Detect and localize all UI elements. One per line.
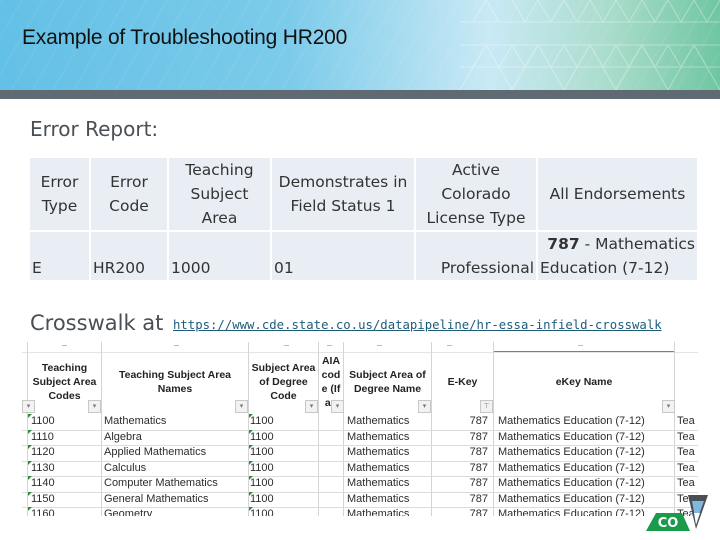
cell-teaching-subject-area: 1000 xyxy=(169,232,270,280)
cell-degree-name[interactable]: Mathematics xyxy=(347,462,409,474)
cell-error-type: E xyxy=(30,232,89,280)
header-demonstrates-in-field: Demonstrates in Field Status 1 xyxy=(272,158,414,230)
spreadsheet-row: 1100 Mathematics 1100 Mathematics 787 Mathema… xyxy=(22,414,698,431)
cell-degree-name[interactable]: Mathematics xyxy=(347,493,409,505)
cell-extra[interactable]: Tea xyxy=(677,462,695,474)
triangle-pattern-decoration xyxy=(460,0,720,90)
cell-code[interactable]: 1110 xyxy=(31,431,54,443)
cell-degree-name[interactable]: Mathematics xyxy=(347,431,409,443)
cell-degree-name[interactable]: Mathematics xyxy=(347,508,409,516)
spreadsheet-row: 1160 Geometry 1100 Mathematics 787 Mathematic… xyxy=(22,507,698,516)
cell-code[interactable]: 1150 xyxy=(31,493,55,505)
filter-dropdown-icon[interactable]: ▾ xyxy=(662,400,675,413)
error-table-row: E HR200 1000 01 Professional 787 - Mathe… xyxy=(30,232,697,280)
header-all-endorsements: All Endorsements xyxy=(538,158,697,230)
filter-dropdown-icon[interactable]: ▾ xyxy=(88,400,101,413)
spreadsheet-row: 1150 General Mathematics 1100 Mathematics 78… xyxy=(22,491,698,508)
cell-ekey-name[interactable]: Mathematics Education (7-12) xyxy=(498,415,645,427)
filter-dropdown-icon[interactable]: ▾ xyxy=(235,400,248,413)
header-banner: Example of Troubleshooting HR200 xyxy=(0,0,720,90)
cell-ekey-name[interactable]: Mathematics Education (7-12) xyxy=(498,493,645,505)
spreadsheet-row: 1130 Calculus 1100 Mathematics 787 Mathematic… xyxy=(22,460,698,477)
cell-ekey-name[interactable]: Mathematics Education (7-12) xyxy=(498,462,645,474)
crosswalk-label: Crosswalk at xyxy=(30,311,164,335)
filter-dropdown-icon[interactable]: ▾ xyxy=(305,400,318,413)
error-report-table: Error Type Error Code Teaching Subject Area … xyxy=(28,156,699,282)
cell-degree-code[interactable]: 1100 xyxy=(250,431,274,443)
cell-ekey-name[interactable]: Mathematics Education (7-12) xyxy=(498,431,645,443)
cell-name[interactable]: Mathematics xyxy=(104,415,166,427)
logo-text: CO xyxy=(658,516,679,531)
cell-degree-name[interactable]: Mathematics xyxy=(347,446,409,458)
error-table-header-row: Error Type Error Code Teaching Subject Area … xyxy=(30,158,697,230)
cell-name[interactable]: Algebra xyxy=(104,431,142,443)
cell-degree-code[interactable]: 1100 xyxy=(250,462,274,474)
cell-name[interactable]: Calculus xyxy=(104,462,146,474)
cell-name[interactable]: Computer Mathematics xyxy=(104,477,218,489)
filter-dropdown-icon[interactable]: ▾ xyxy=(22,400,35,413)
cell-code[interactable]: 1130 xyxy=(31,462,55,474)
cell-all-endorsements: 787 - Mathematics Education (7-12) xyxy=(538,232,697,280)
header-error-code: Error Code xyxy=(91,158,167,230)
cell-ekey[interactable]: 787 xyxy=(438,508,488,516)
cell-extra[interactable]: Tea xyxy=(677,431,695,443)
cell-error-code: HR200 xyxy=(91,232,167,280)
cell-extra[interactable]: Tea xyxy=(677,446,695,458)
page-title: Example of Troubleshooting HR200 xyxy=(22,26,348,49)
spreadsheet-row: 1110 Algebra 1100 Mathematics 787 Mathematics… xyxy=(22,429,698,446)
cell-extra[interactable]: Tea xyxy=(677,415,695,427)
cell-degree-code[interactable]: 1100 xyxy=(250,508,274,516)
cell-ekey[interactable]: 787 xyxy=(438,462,488,474)
sheet-header-teaching-subject-area-names: Teaching Subject Area Names xyxy=(118,369,232,395)
cell-name[interactable]: General Mathematics xyxy=(104,493,209,505)
cell-ekey[interactable]: 787 xyxy=(438,415,488,427)
cell-degree-name[interactable]: Mathematics xyxy=(347,415,409,427)
cell-degree-code[interactable]: 1100 xyxy=(250,415,274,427)
cell-ekey-name[interactable]: Mathematics Education (7-12) xyxy=(498,508,645,516)
cell-code[interactable]: 1140 xyxy=(31,477,55,489)
header-error-type: Error Type xyxy=(30,158,89,230)
filter-dropdown-icon[interactable]: ▾ xyxy=(418,400,431,413)
cell-degree-code[interactable]: 1100 xyxy=(250,493,274,505)
cell-code[interactable]: 1120 xyxy=(31,446,55,458)
filter-applied-icon[interactable]: ⊤ xyxy=(480,400,493,413)
colorado-logo: CO xyxy=(646,495,708,531)
error-report-heading: Error Report: xyxy=(30,117,159,141)
cell-extra[interactable]: Tea xyxy=(677,477,695,489)
cell-ekey[interactable]: 787 xyxy=(438,431,488,443)
cell-ekey[interactable]: 787 xyxy=(438,493,488,505)
sheet-header-ekey-name: eKey Name xyxy=(555,376,613,388)
cell-ekey-name[interactable]: Mathematics Education (7-12) xyxy=(498,446,645,458)
endorsement-name-part1: - Mathematics xyxy=(579,235,695,253)
crosswalk-spreadsheet: Teaching Subject Area Codes Teaching Sub… xyxy=(22,342,698,516)
spreadsheet-row: 1140 Computer Mathematics 1100 Mathematics 7… xyxy=(22,476,698,493)
endorsement-name-part2: Education (7-12) xyxy=(540,259,670,277)
cell-code[interactable]: 1100 xyxy=(31,415,55,427)
cell-name[interactable]: Geometry xyxy=(104,508,152,516)
header-teaching-subject-area: Teaching Subject Area xyxy=(169,158,270,230)
cell-degree-name[interactable]: Mathematics xyxy=(347,477,409,489)
cell-demonstrates-in-field: 01 xyxy=(272,232,414,280)
spreadsheet-row: 1120 Applied Mathematics 1100 Mathematics 78… xyxy=(22,445,698,462)
cell-ekey[interactable]: 787 xyxy=(438,477,488,489)
endorsement-code: 787 xyxy=(547,235,580,253)
cell-name[interactable]: Applied Mathematics xyxy=(104,446,206,458)
cell-degree-code[interactable]: 1100 xyxy=(250,446,274,458)
cell-degree-code[interactable]: 1100 xyxy=(250,477,274,489)
crosswalk-link[interactable]: https://www.cde.state.co.us/datapipeline… xyxy=(173,318,662,332)
cell-ekey-name[interactable]: Mathematics Education (7-12) xyxy=(498,477,645,489)
header-divider-bar xyxy=(0,90,720,99)
cell-license-type: Professional xyxy=(416,232,536,280)
cell-code[interactable]: 1160 xyxy=(31,508,55,516)
cell-ekey[interactable]: 787 xyxy=(438,446,488,458)
header-license-type: Active Colorado License Type xyxy=(416,158,536,230)
filter-dropdown-icon[interactable]: ▾ xyxy=(331,400,344,413)
